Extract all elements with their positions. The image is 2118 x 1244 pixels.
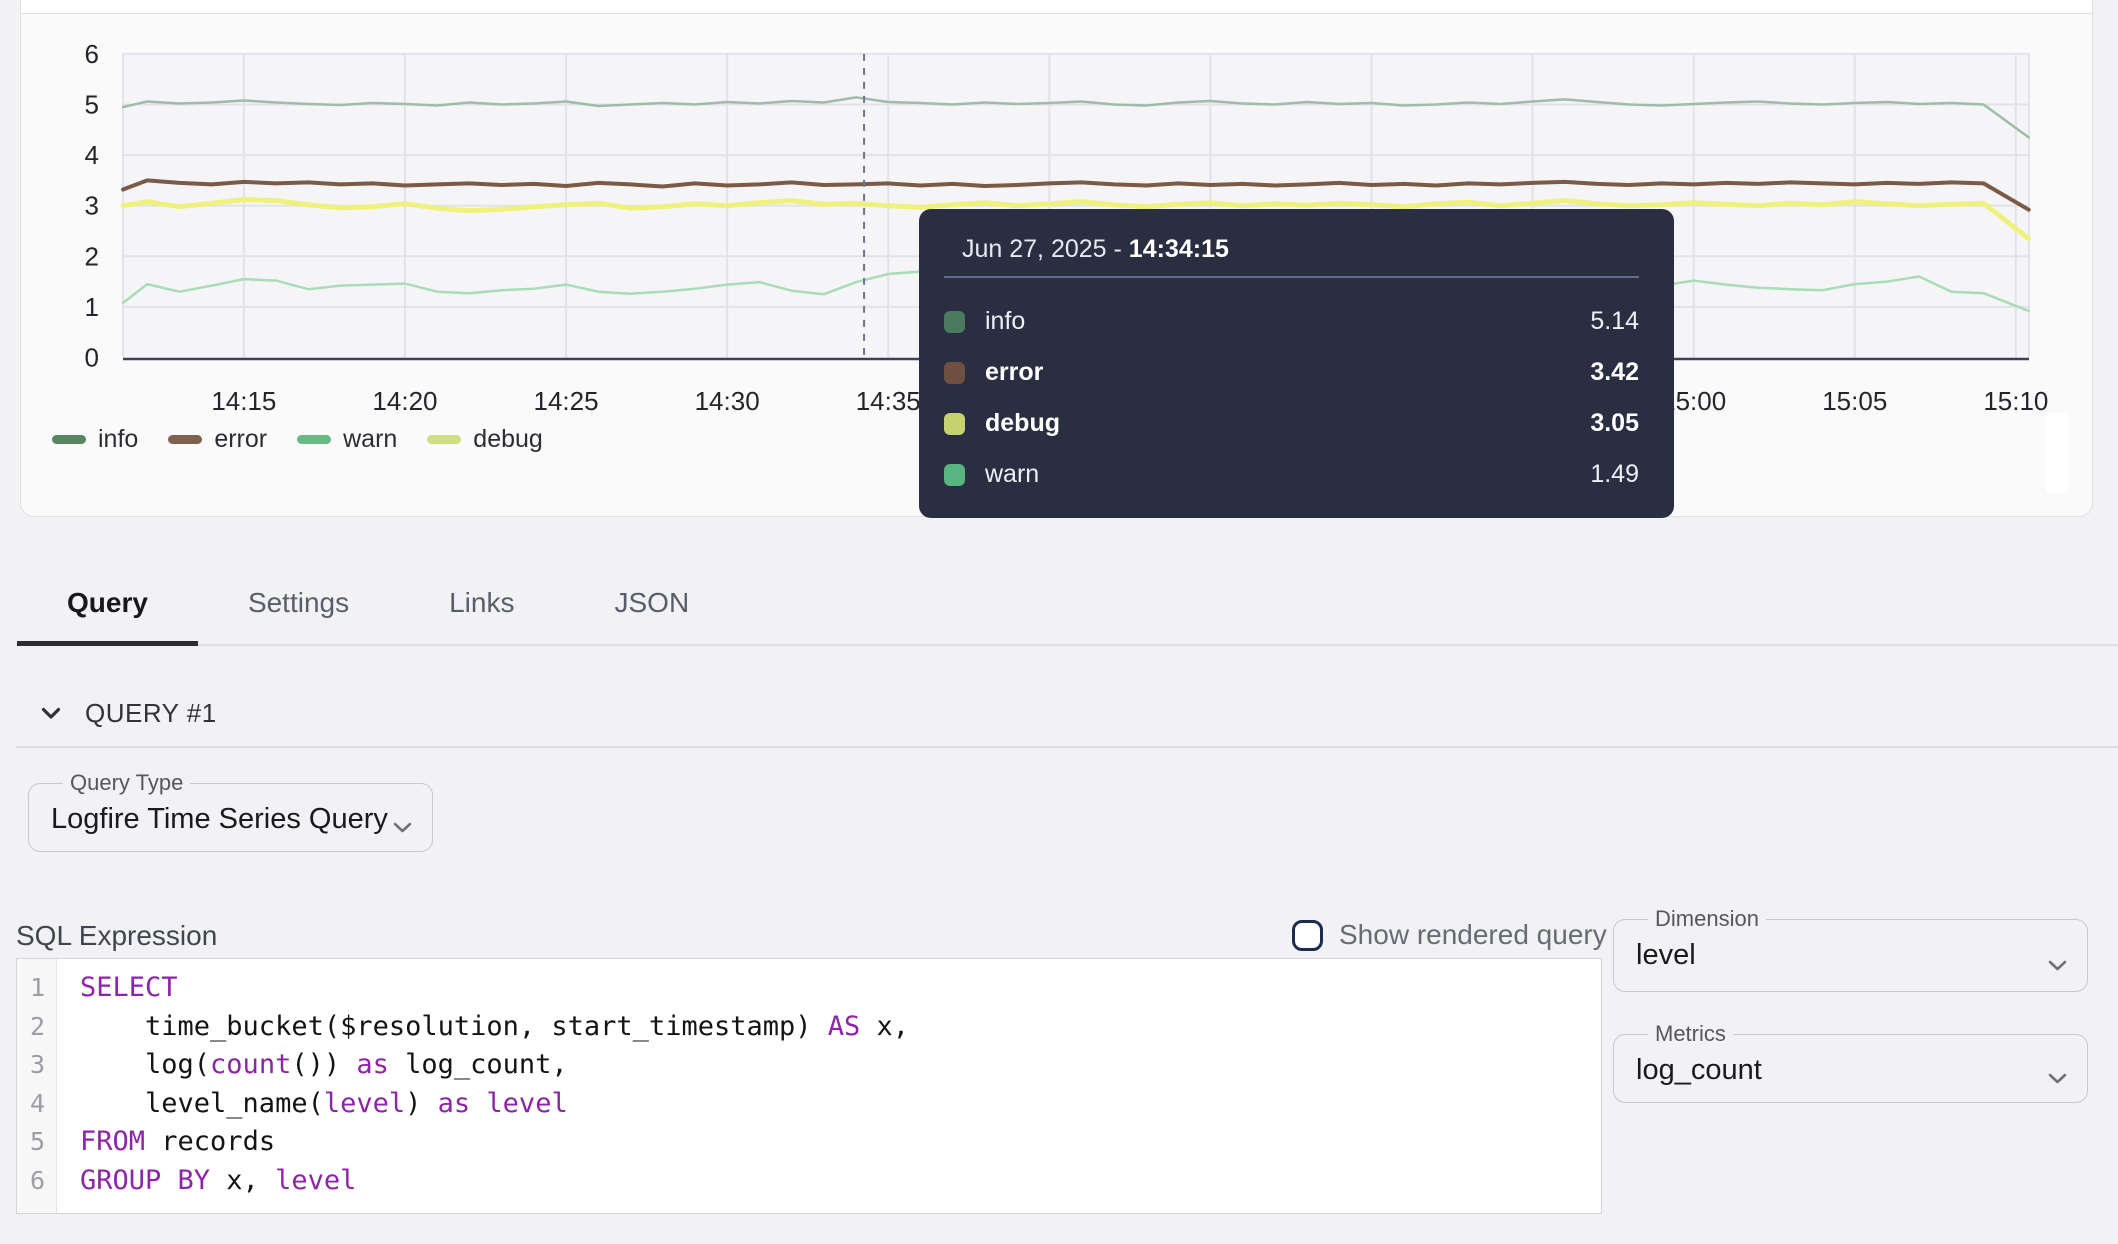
svg-text:14:30: 14:30 [695, 386, 760, 416]
code-line-4: level_name(level) as level [80, 1085, 1601, 1124]
metrics-select[interactable]: Metrics log_count [1613, 1021, 2088, 1103]
svg-text:14:15: 14:15 [211, 386, 276, 416]
query-section-header[interactable]: QUERY #1 [41, 694, 217, 732]
tooltip-series-value: 1.49 [1590, 460, 1639, 489]
sql-editor[interactable]: 123456 SELECT time_bucket($resolution, s… [16, 958, 1602, 1214]
tooltip-series-name: debug [985, 409, 1060, 438]
chart-tooltip: Jun 27, 2025 - 14:34:15 info 5.14 error 3.4… [919, 209, 1674, 518]
code-line-3: log(count()) as log_count, [80, 1046, 1601, 1085]
query-type-value: Logfire Time Series Query [51, 803, 388, 836]
svg-text:14:35: 14:35 [856, 386, 921, 416]
legend-label: debug [473, 425, 543, 454]
code-line-5: FROM records [80, 1123, 1601, 1162]
panel-header-strip [20, 0, 2093, 13]
svg-text:1: 1 [85, 292, 99, 322]
chevron-down-icon [393, 822, 412, 833]
tooltip-series-name: error [985, 358, 1043, 387]
tab-query[interactable]: Query [17, 562, 198, 644]
tab-label: Links [449, 587, 514, 619]
tooltip-series-name: info [985, 307, 1025, 336]
editor-code[interactable]: SELECT time_bucket($resolution, start_ti… [58, 969, 1601, 1200]
query-type-select[interactable]: Query Type Logfire Time Series Query [28, 770, 433, 852]
chevron-down-icon [2048, 960, 2067, 971]
query-section-title: QUERY #1 [85, 698, 217, 729]
svg-text:2: 2 [85, 241, 99, 271]
legend-swatch-debug [427, 435, 461, 444]
svg-text:0: 0 [85, 343, 99, 373]
tooltip-timestamp: Jun 27, 2025 - 14:34:15 [962, 233, 1639, 265]
tab-settings[interactable]: Settings [198, 562, 399, 644]
code-line-1: SELECT [80, 969, 1601, 1008]
svg-text:15:10: 15:10 [1983, 386, 2048, 416]
tooltip-row-warn: warn 1.49 [944, 449, 1639, 500]
legend-item-debug[interactable]: debug [427, 425, 543, 454]
legend-item-warn[interactable]: warn [297, 425, 397, 454]
svg-text:3: 3 [85, 191, 99, 221]
svg-text:14:20: 14:20 [372, 386, 437, 416]
svg-text:4: 4 [85, 140, 99, 170]
show-rendered-query-label: Show rendered query [1339, 919, 1607, 951]
chevron-down-icon [41, 707, 61, 720]
metrics-value: log_count [1636, 1054, 1762, 1087]
chart-legend: info error warn debug [52, 422, 543, 456]
tooltip-swatch-info [944, 311, 965, 333]
tooltip-row-debug: debug 3.05 [944, 398, 1639, 449]
legend-label: warn [343, 425, 397, 454]
chevron-down-icon [2048, 1073, 2067, 1084]
editor-line-numbers: 123456 [17, 959, 57, 1213]
tooltip-row-error: error 3.42 [944, 347, 1639, 398]
legend-label: info [98, 425, 138, 454]
show-rendered-query-toggle[interactable]: Show rendered query [1292, 916, 1607, 954]
legend-swatch-error [168, 435, 202, 444]
tooltip-divider [944, 276, 1639, 278]
svg-text:15:05: 15:05 [1822, 386, 1887, 416]
tooltip-series-name: warn [985, 460, 1039, 489]
divider [16, 746, 2118, 748]
legend-swatch-warn [297, 435, 331, 444]
tooltip-swatch-error [944, 362, 965, 384]
tab-json[interactable]: JSON [564, 562, 739, 644]
legend-item-info[interactable]: info [52, 425, 138, 454]
tab-label: JSON [614, 587, 689, 619]
scrollbar-thumb[interactable] [2046, 413, 2068, 493]
tooltip-series-value: 5.14 [1590, 307, 1639, 336]
dimension-label: Dimension [1648, 906, 1766, 932]
tooltip-swatch-debug [944, 413, 965, 435]
query-type-label: Query Type [63, 770, 190, 796]
legend-item-error[interactable]: error [168, 425, 267, 454]
code-line-6: GROUP BY x, level [80, 1162, 1601, 1201]
code-line-2: time_bucket($resolution, start_timestamp… [80, 1008, 1601, 1047]
svg-text:6: 6 [85, 39, 99, 69]
svg-text:5: 5 [85, 90, 99, 120]
tooltip-row-info: info 5.14 [944, 296, 1639, 347]
tab-links[interactable]: Links [399, 562, 564, 644]
svg-text:14:25: 14:25 [534, 386, 599, 416]
legend-label: error [214, 425, 267, 454]
tab-bar: Query Settings Links JSON [17, 562, 2118, 646]
tab-label: Query [67, 587, 148, 619]
tooltip-series-value: 3.05 [1590, 409, 1639, 438]
metrics-label: Metrics [1648, 1021, 1733, 1047]
tooltip-series-value: 3.42 [1590, 358, 1639, 387]
dimension-value: level [1636, 939, 1696, 972]
sql-expression-label: SQL Expression [16, 920, 217, 952]
tab-label: Settings [248, 587, 349, 619]
chart-panel: 14:1514:2014:2514:3014:3514:4014:4514:50… [20, 13, 2093, 517]
dimension-select[interactable]: Dimension level [1613, 906, 2088, 992]
checkbox-unchecked-icon[interactable] [1292, 920, 1323, 951]
legend-swatch-info [52, 435, 86, 444]
tooltip-swatch-warn [944, 464, 965, 486]
